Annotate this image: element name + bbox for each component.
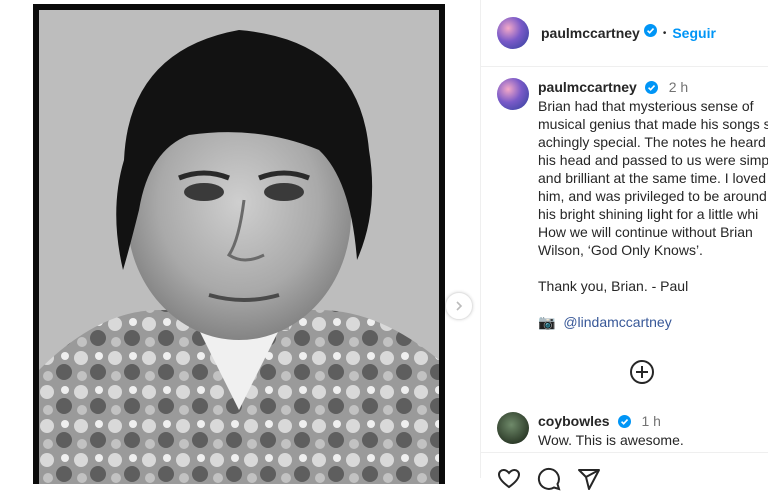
caption-line: his head and passed to us were simp [538, 152, 768, 168]
caption-line: Wilson, ‘God Only Knows’. [538, 242, 703, 258]
like-button[interactable] [497, 467, 521, 496]
heart-icon [497, 468, 521, 489]
post-author-username[interactable]: paulmccartney [541, 25, 640, 41]
caption-line: achingly special. The notes he heard [538, 134, 766, 150]
caption-time[interactable]: 2 h [669, 79, 688, 95]
photo-credit-mention[interactable]: @lindamccartney [563, 314, 671, 330]
comment-text: Wow. This is awesome. [538, 432, 684, 448]
post-side-panel: paulmccartney • Seguir paulmccartney 2 h… [481, 0, 768, 491]
post-media-area [0, 0, 481, 484]
comment-avatar[interactable] [497, 412, 529, 444]
portrait-illustration [39, 10, 439, 484]
caption-author-username[interactable]: paulmccartney [538, 79, 637, 95]
caption-line: and brilliant at the same time. I loved [538, 170, 767, 186]
comment-button[interactable] [537, 467, 561, 496]
caption-line: him, and was privileged to be around [538, 188, 767, 204]
caption-text: Brian had that mysterious sense of music… [538, 97, 768, 331]
avatar[interactable] [497, 17, 529, 49]
share-button[interactable] [577, 467, 601, 496]
post-action-bar [481, 452, 768, 491]
post-photo [39, 10, 439, 484]
post-photo-frame [33, 4, 445, 484]
caption-line: How we will continue without Brian [538, 224, 753, 240]
post-header: paulmccartney • Seguir [481, 0, 768, 67]
camera-icon: 📷 [538, 314, 556, 330]
load-more-comments-button[interactable] [629, 359, 655, 385]
next-photo-button[interactable] [445, 292, 473, 320]
follow-button[interactable]: Seguir [672, 25, 716, 41]
plus-circle-icon [630, 360, 654, 384]
chevron-right-icon [456, 301, 463, 311]
comment-icon [537, 467, 561, 491]
caption-line: his bright shining light for a little wh… [538, 206, 759, 222]
header-separator: • [662, 27, 667, 39]
caption-line: Brian had that mysterious sense of [538, 98, 754, 114]
comment-time[interactable]: 1 h [642, 413, 661, 429]
caption-block: paulmccartney 2 h Brian had that mysteri… [538, 79, 768, 331]
photo-credit-line: 📷 @lindamccartney [538, 313, 768, 331]
comment-author-username[interactable]: coybowles [538, 413, 610, 429]
caption-signoff: Thank you, Brian. - Paul [538, 278, 689, 294]
caption-avatar[interactable] [497, 78, 529, 110]
comment-item: coybowles 1 h Wow. This is awesome. [538, 413, 768, 449]
share-icon [578, 469, 600, 490]
caption-line: musical genius that made his songs s [538, 116, 768, 132]
verified-badge-icon [643, 24, 657, 42]
